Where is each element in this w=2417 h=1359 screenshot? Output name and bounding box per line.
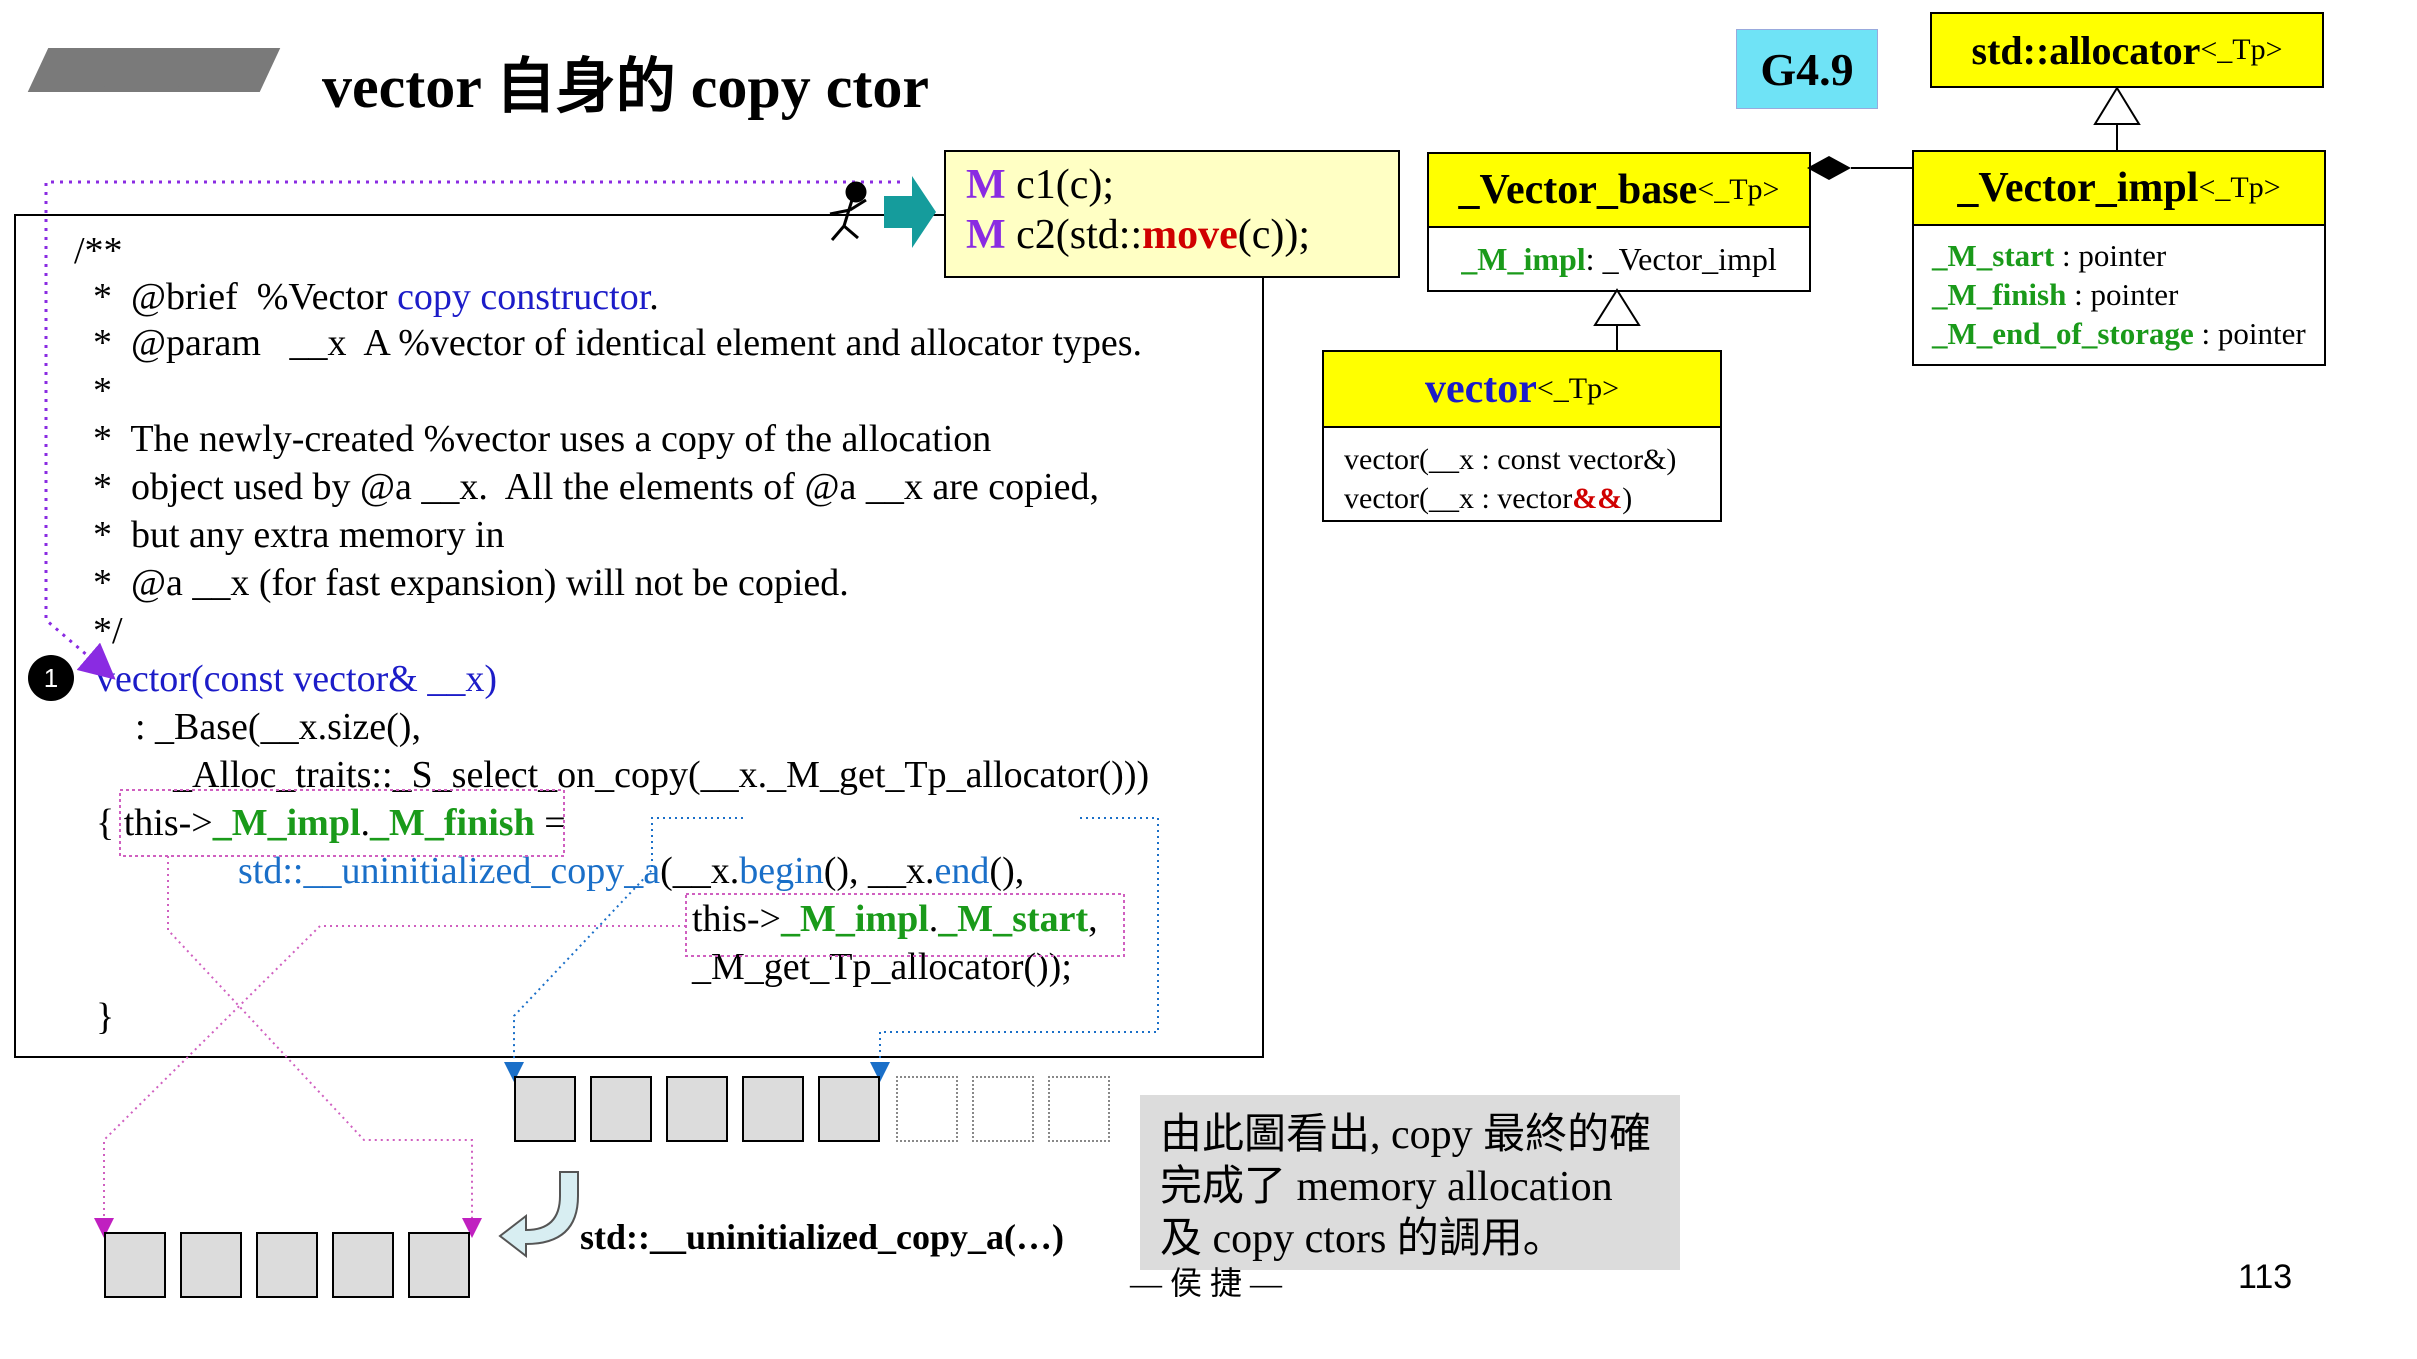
summary-note-line-2: 完成了 memory allocation	[1160, 1164, 1613, 1210]
source-spare-cell	[896, 1076, 958, 1142]
highlight-m-start	[685, 893, 1125, 957]
source-element-cell	[590, 1076, 652, 1142]
dest-element-cell	[408, 1232, 470, 1298]
source-spare-cell	[1048, 1076, 1110, 1142]
summary-note: 由此圖看出, copy 最終的確 完成了 memory allocation 及…	[1140, 1095, 1680, 1270]
begin-to-src-arrow	[504, 817, 743, 1082]
dest-element-cell	[332, 1232, 394, 1298]
copy-return-arrow	[498, 1171, 579, 1259]
dest-element-cell	[104, 1232, 166, 1298]
dest-element-cell	[180, 1232, 242, 1298]
summary-note-line-1: 由此圖看出, copy 最終的確	[1160, 1112, 1652, 1158]
uninitialized-copy-label: std::__uninitialized_copy_a(…)	[580, 1217, 1065, 1257]
author-credit: — 侯 捷 —	[1130, 1265, 1283, 1301]
highlight-m-finish	[119, 789, 565, 857]
walker-figure-icon	[829, 181, 867, 241]
finish-to-dest-end-arrow	[167, 856, 482, 1238]
callout-link-arrow	[44, 180, 900, 680]
dest-element-cell	[256, 1232, 318, 1298]
source-spare-cell	[972, 1076, 1034, 1142]
source-element-cell	[818, 1076, 880, 1142]
end-to-src-arrow	[870, 817, 1159, 1082]
teal-pointer-arrow	[884, 176, 936, 248]
source-element-cell	[666, 1076, 728, 1142]
page-number: 113	[2238, 1258, 2293, 1296]
source-element-cell	[742, 1076, 804, 1142]
source-element-cell	[514, 1076, 576, 1142]
